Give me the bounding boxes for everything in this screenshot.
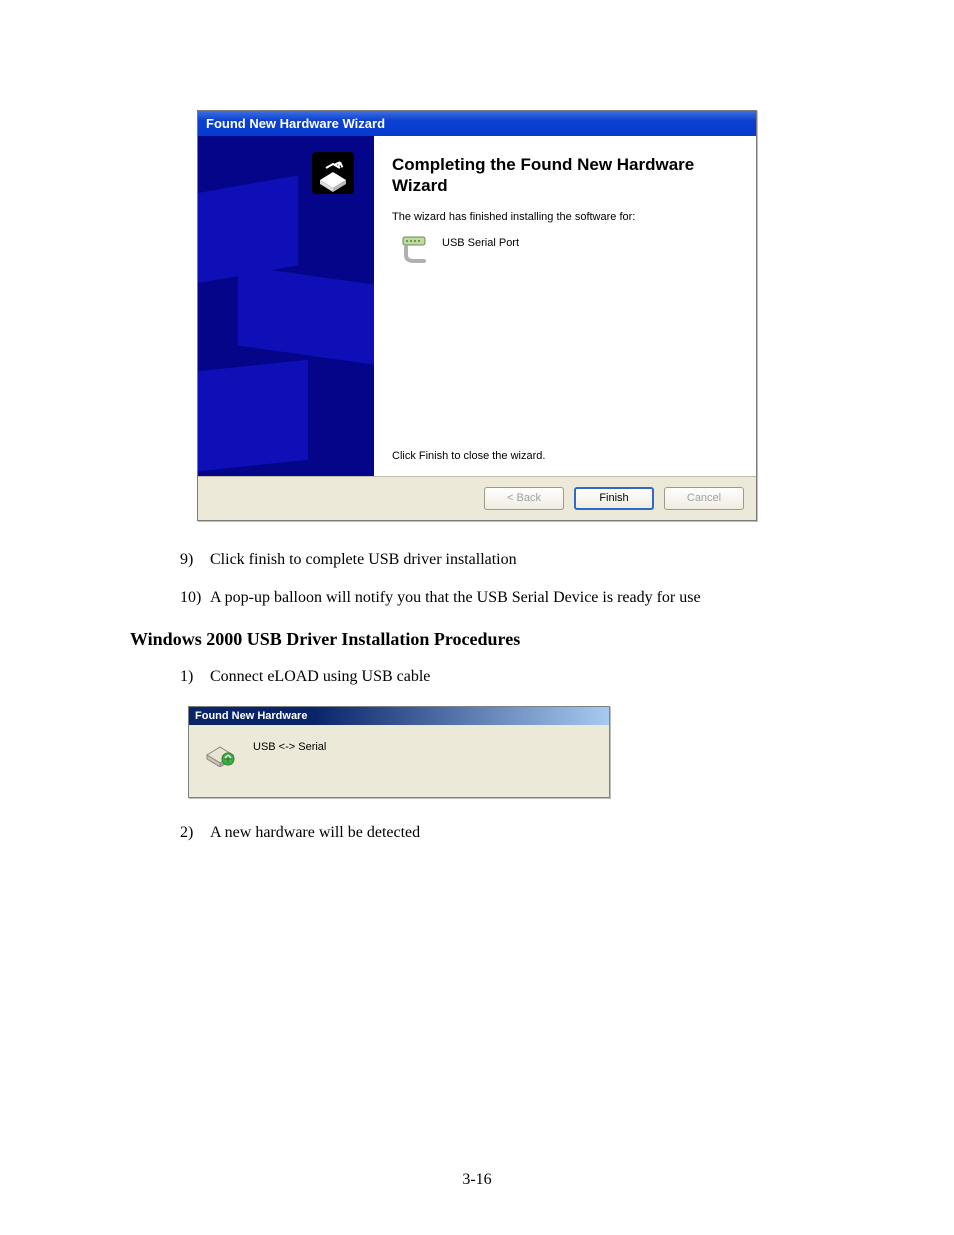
wizard-main-panel: Completing the Found New Hardware Wizard… [374,136,756,476]
section-heading: Windows 2000 USB Driver Installation Pro… [130,629,824,650]
fnh-titlebar: Found New Hardware [189,707,609,725]
list-number: 1) [180,668,210,686]
wizard-heading: Completing the Found New Hardware Wizard [392,154,738,197]
serial-port-icon [400,235,428,265]
wizard-dialog: Found New Hardware Wizard [197,110,757,521]
decorative-shape [238,265,374,366]
back-button: < Back [484,487,564,510]
list-number: 9) [180,551,210,569]
hardware-box-icon [310,150,356,196]
list-item: 1) Connect eLOAD using USB cable [180,668,824,686]
list-number: 10) [180,589,210,607]
list-item: 9) Click finish to complete USB driver i… [180,551,824,569]
found-new-hardware-dialog: Found New Hardware USB <-> Serial [188,706,610,798]
fnh-body: USB <-> Serial [189,725,609,797]
list-text: A new hardware will be detected [210,824,420,842]
device-name: USB Serial Port [442,235,519,249]
list-text: A pop-up balloon will notify you that th… [210,589,701,607]
wizard-titlebar: Found New Hardware Wizard [198,111,756,136]
page-number: 3-16 [0,1171,954,1189]
finish-button[interactable]: Finish [574,487,654,510]
list-text: Click finish to complete USB driver inst… [210,551,517,569]
wizard-close-hint: Click Finish to close the wizard. [392,450,738,466]
device-row: USB Serial Port [400,235,738,265]
decorative-shape [198,360,308,473]
wizard-side-panel [198,136,374,476]
wizard-desc: The wizard has finished installing the s… [392,211,738,223]
list-text: Connect eLOAD using USB cable [210,668,430,686]
list-item: 2) A new hardware will be detected [180,824,824,842]
wizard-footer: < Back Finish Cancel [198,476,756,520]
fnh-device-name: USB <-> Serial [253,737,326,753]
list-number: 2) [180,824,210,842]
cancel-button: Cancel [664,487,744,510]
list-item: 10) A pop-up balloon will notify you tha… [180,589,824,607]
hardware-install-icon [203,737,237,767]
wizard-body: Completing the Found New Hardware Wizard… [198,136,756,476]
